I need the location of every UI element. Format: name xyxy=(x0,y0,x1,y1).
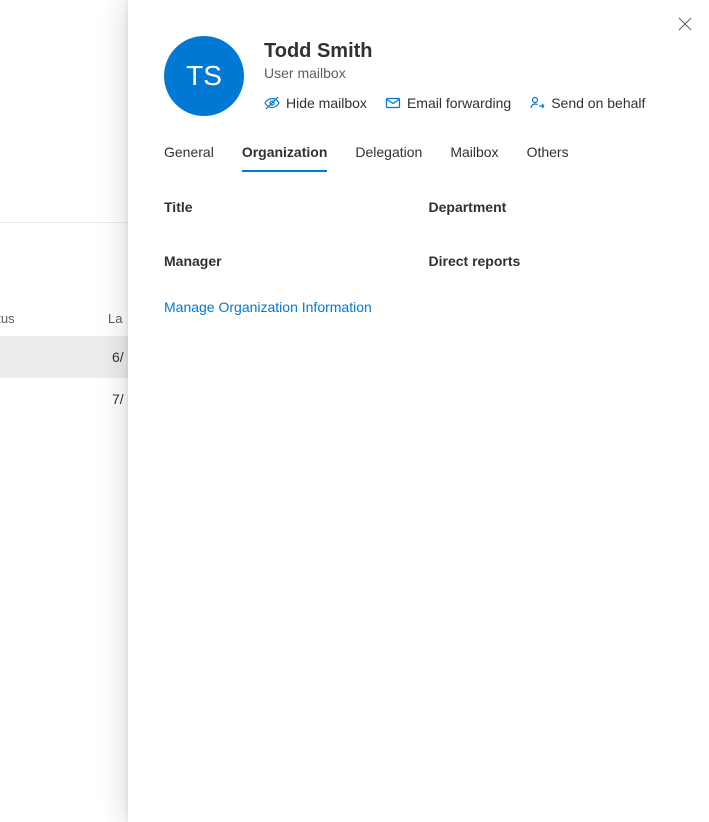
hide-mailbox-action[interactable]: Hide mailbox xyxy=(264,95,367,111)
direct-reports-label: Direct reports xyxy=(429,253,674,269)
tab-general[interactable]: General xyxy=(164,144,214,172)
background-list: atus La 6/ 7/ xyxy=(0,0,130,822)
tab-bar: General Organization Delegation Mailbox … xyxy=(164,144,673,173)
organization-fields: Title Department Manager Direct reports xyxy=(164,199,673,269)
action-label: Send on behalf xyxy=(551,95,645,111)
background-column-headers: atus La xyxy=(0,300,130,336)
panel-content: TS Todd Smith User mailbox Hide mailbox xyxy=(128,0,709,315)
tab-others[interactable]: Others xyxy=(527,144,569,172)
row-date: 6/ xyxy=(112,349,124,365)
close-button[interactable] xyxy=(669,8,701,40)
action-bar: Hide mailbox Email forwarding xyxy=(264,95,645,111)
avatar: TS xyxy=(164,36,244,116)
manage-organization-link[interactable]: Manage Organization Information xyxy=(164,299,372,315)
hide-icon xyxy=(264,95,280,111)
user-name: Todd Smith xyxy=(264,40,645,63)
table-row[interactable]: 6/ xyxy=(0,336,130,378)
email-forwarding-action[interactable]: Email forwarding xyxy=(385,95,511,111)
column-header-last: La xyxy=(108,311,122,326)
close-icon xyxy=(678,17,692,31)
tab-delegation[interactable]: Delegation xyxy=(355,144,422,172)
details-panel: TS Todd Smith User mailbox Hide mailbox xyxy=(128,0,709,822)
user-subtitle: User mailbox xyxy=(264,65,645,81)
row-date: 7/ xyxy=(112,391,124,407)
title-label: Title xyxy=(164,199,409,215)
send-on-behalf-action[interactable]: Send on behalf xyxy=(529,95,645,111)
manager-label: Manager xyxy=(164,253,409,269)
action-label: Hide mailbox xyxy=(286,95,367,111)
avatar-initials: TS xyxy=(186,60,222,92)
header-info: Todd Smith User mailbox Hide mailbox xyxy=(264,36,645,111)
background-divider xyxy=(0,222,130,223)
tab-mailbox[interactable]: Mailbox xyxy=(450,144,498,172)
column-header-status: atus xyxy=(0,311,15,326)
action-label: Email forwarding xyxy=(407,95,511,111)
panel-header: TS Todd Smith User mailbox Hide mailbox xyxy=(164,36,673,116)
tab-organization[interactable]: Organization xyxy=(242,144,328,172)
table-row[interactable]: 7/ xyxy=(0,378,130,420)
department-label: Department xyxy=(429,199,674,215)
mail-forward-icon xyxy=(385,95,401,111)
person-send-icon xyxy=(529,95,545,111)
